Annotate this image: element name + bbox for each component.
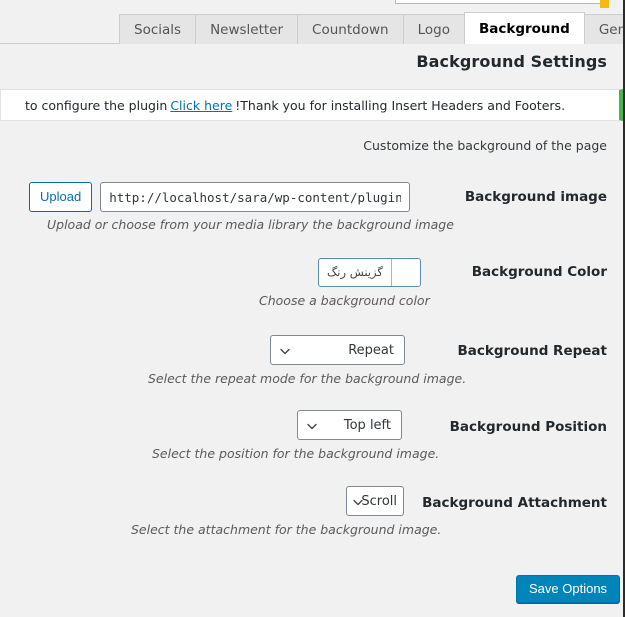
background-repeat-controls: Repeat xyxy=(270,335,405,365)
plugin-notice: .Thank you for installing Insert Headers… xyxy=(0,89,623,121)
chevron-down-icon xyxy=(279,345,290,355)
background-position-controls: Top left xyxy=(297,410,402,440)
notice-configure-link[interactable]: Click here xyxy=(170,98,232,113)
background-repeat-select[interactable]: Repeat xyxy=(270,335,405,365)
desc-background-position: .Select the position for the background … xyxy=(152,446,440,461)
row-background-position: Background Position Top left .Select the… xyxy=(0,410,623,465)
desc-background-attachment: .Select the attachment for the backgroun… xyxy=(131,522,442,537)
page-subtitle: Customize the background of the page xyxy=(363,138,607,153)
color-picker-label: گزینش رنگ xyxy=(319,259,392,286)
partial-field-above-tabs xyxy=(395,0,605,4)
page-title: Background Settings xyxy=(416,52,607,71)
settings-tabs: Socials Newsletter Countdown Logo Backgr… xyxy=(0,9,623,44)
label-background-image: Background image xyxy=(464,189,607,205)
notice-text-after: to configure the plugin xyxy=(24,97,168,113)
background-attachment-controls: Scroll xyxy=(346,486,404,516)
tab-general[interactable]: General xyxy=(583,14,623,44)
label-background-attachment: Background Attachment xyxy=(422,495,607,511)
row-background-repeat: Background Repeat Repeat .Select the rep… xyxy=(0,335,623,390)
background-repeat-value: Repeat xyxy=(348,342,394,358)
desc-background-image: Upload or choose from your media library… xyxy=(47,217,454,232)
color-picker-button[interactable]: گزینش رنگ xyxy=(318,258,421,287)
label-background-repeat: Background Repeat xyxy=(457,343,608,359)
background-image-controls: Upload xyxy=(29,182,411,212)
background-image-url-input[interactable] xyxy=(100,182,411,212)
tab-socials[interactable]: Socials xyxy=(119,14,197,44)
label-background-color: Background Color xyxy=(471,264,607,280)
desc-background-repeat: .Select the repeat mode for the backgrou… xyxy=(148,371,467,386)
tab-countdown[interactable]: Countdown xyxy=(297,14,404,44)
color-picker-swatch[interactable] xyxy=(391,259,420,286)
tab-logo[interactable]: Logo xyxy=(402,14,465,44)
notice-text-before: .Thank you for installing Insert Headers… xyxy=(235,97,566,113)
row-background-attachment: Background Attachment Scroll .Select the… xyxy=(0,486,623,541)
orange-indicator xyxy=(600,0,609,8)
label-background-position: Background Position xyxy=(449,419,607,435)
background-position-value: Top left xyxy=(343,417,391,433)
desc-background-color: Choose a background color xyxy=(259,293,430,308)
background-position-select[interactable]: Top left xyxy=(297,410,402,440)
chevron-down-icon xyxy=(306,420,317,430)
background-color-controls: گزینش رنگ xyxy=(318,258,421,287)
settings-page: Socials Newsletter Countdown Logo Backgr… xyxy=(0,0,623,617)
tab-background[interactable]: Background xyxy=(463,12,585,44)
row-background-image: Background image Upload Upload or choose… xyxy=(0,182,623,237)
tab-newsletter[interactable]: Newsletter xyxy=(195,14,299,44)
upload-button[interactable]: Upload xyxy=(29,182,93,212)
save-options-button[interactable]: Save Options xyxy=(516,575,621,603)
background-attachment-select[interactable]: Scroll xyxy=(346,486,404,516)
background-attachment-value: Scroll xyxy=(361,493,397,509)
row-background-color: Background Color گزینش رنگ Choose a back… xyxy=(0,258,623,313)
